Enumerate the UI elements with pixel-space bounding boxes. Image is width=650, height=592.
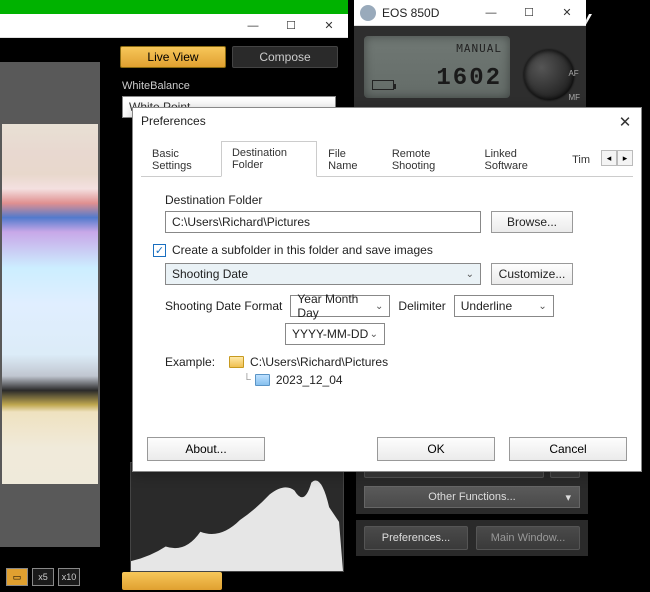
- af-label: AF: [568, 62, 580, 86]
- example-tree: C:\Users\Richard\Pictures └ 2023_12_04: [229, 355, 388, 387]
- lcd-mode: MANUAL: [456, 42, 502, 55]
- delimiter-value: Underline: [461, 299, 512, 313]
- about-button[interactable]: About...: [147, 437, 265, 461]
- shooting-date-format-value: Year Month Day: [297, 292, 375, 320]
- af-mf-labels: AF MF: [568, 62, 580, 110]
- date-pattern-select[interactable]: YYYY-MM-DD ⌄: [285, 323, 385, 345]
- shooting-date-format-label: Shooting Date Format: [165, 299, 282, 313]
- browse-button[interactable]: Browse...: [491, 211, 573, 233]
- date-pattern-value: YYYY-MM-DD: [292, 327, 368, 341]
- lcd-screen: MANUAL 1602: [364, 36, 510, 98]
- tab-basic-settings[interactable]: Basic Settings: [141, 142, 221, 177]
- histogram: [130, 462, 344, 572]
- battery-icon: [372, 80, 394, 90]
- tab-destination-folder[interactable]: Destination Folder: [221, 141, 317, 177]
- host-titlebar: — ☐ ✕: [0, 14, 348, 38]
- main-window-button[interactable]: Main Window...: [476, 526, 580, 550]
- ok-button[interactable]: OK: [377, 437, 495, 461]
- zoom-fit-button[interactable]: ▭: [6, 568, 28, 586]
- lcd-counter: 1602: [436, 65, 502, 92]
- shooting-date-format-select[interactable]: Year Month Day ⌄: [290, 295, 390, 317]
- camera-app-icon: [360, 5, 376, 21]
- tree-elbow-icon: └: [243, 374, 251, 386]
- dialog-buttons: About... OK Cancel: [133, 437, 641, 461]
- preferences-button[interactable]: Preferences...: [364, 526, 468, 550]
- tab-file-name[interactable]: File Name: [317, 142, 381, 177]
- cam-close-button[interactable]: ✕: [548, 1, 586, 25]
- destination-folder-label: Destination Folder: [165, 193, 621, 207]
- create-subfolder-checkbox[interactable]: ✓: [153, 244, 166, 257]
- whitebalance-label: WhiteBalance: [114, 76, 344, 94]
- subfolder-rule-value: Shooting Date: [172, 267, 248, 281]
- camera-lcd: MANUAL 1602 AF MF: [354, 26, 586, 110]
- tab-remote-shooting[interactable]: Remote Shooting: [381, 142, 474, 177]
- chevron-down-icon: ⌄: [370, 329, 378, 340]
- zoom-x5-button[interactable]: x5: [32, 568, 54, 586]
- example-path: C:\Users\Richard\Pictures: [250, 355, 388, 369]
- preview-pane: [0, 62, 100, 547]
- dialog-tabs: Basic Settings Destination Folder File N…: [141, 140, 633, 177]
- other-functions-select[interactable]: Other Functions...: [364, 486, 580, 508]
- chevron-down-icon: ⌄: [466, 269, 474, 280]
- chevron-down-icon: ⌄: [538, 301, 546, 312]
- maximize-button[interactable]: ☐: [272, 14, 310, 38]
- folder-icon: [229, 356, 244, 368]
- customize-button[interactable]: Customize...: [491, 263, 573, 285]
- chevron-down-icon: ⌄: [375, 301, 383, 312]
- dialog-close-button[interactable]: ✕: [615, 112, 635, 132]
- cam-maximize-button[interactable]: ☐: [510, 1, 548, 25]
- dialog-title: Preferences: [133, 108, 641, 134]
- create-subfolder-label: Create a subfolder in this folder and sa…: [172, 243, 433, 257]
- delimiter-select[interactable]: Underline ⌄: [454, 295, 554, 317]
- mode-tabs: Live View Compose: [114, 38, 344, 76]
- tab-scroll-right[interactable]: ▸: [617, 150, 633, 166]
- zoom-x10-button[interactable]: x10: [58, 568, 80, 586]
- minimize-button[interactable]: —: [234, 14, 272, 38]
- tab-tim[interactable]: Tim: [561, 148, 601, 171]
- tab-scroll-left[interactable]: ◂: [601, 150, 617, 166]
- preview-image: [2, 124, 98, 484]
- folder-icon: [255, 374, 270, 386]
- cancel-button[interactable]: Cancel: [509, 437, 627, 461]
- example-subfolder: 2023_12_04: [276, 373, 343, 387]
- close-button[interactable]: ✕: [310, 14, 348, 38]
- tab-live-view[interactable]: Live View: [120, 46, 226, 68]
- tab-linked-software[interactable]: Linked Software: [473, 142, 561, 177]
- example-label: Example:: [165, 355, 215, 387]
- destination-path-input[interactable]: C:\Users\Richard\Pictures: [165, 211, 481, 233]
- zoom-controls: ▭ x5 x10: [6, 568, 80, 586]
- dialog-body: Destination Folder C:\Users\Richard\Pict…: [133, 177, 641, 399]
- camera-titlebar: EOS 850D — ☐ ✕: [354, 0, 586, 26]
- cam-minimize-button[interactable]: —: [472, 1, 510, 25]
- camera-window: EOS 850D — ☐ ✕ MANUAL 1602 AF MF: [354, 0, 586, 110]
- preferences-dialog: Preferences ✕ Basic Settings Destination…: [132, 107, 642, 472]
- subfolder-rule-select[interactable]: Shooting Date ⌄: [165, 263, 481, 285]
- tab-compose[interactable]: Compose: [232, 46, 338, 68]
- gold-strip: [122, 572, 222, 590]
- mode-dial[interactable]: [524, 50, 574, 100]
- camera-title: EOS 850D: [382, 6, 472, 20]
- delimiter-label: Delimiter: [398, 299, 445, 313]
